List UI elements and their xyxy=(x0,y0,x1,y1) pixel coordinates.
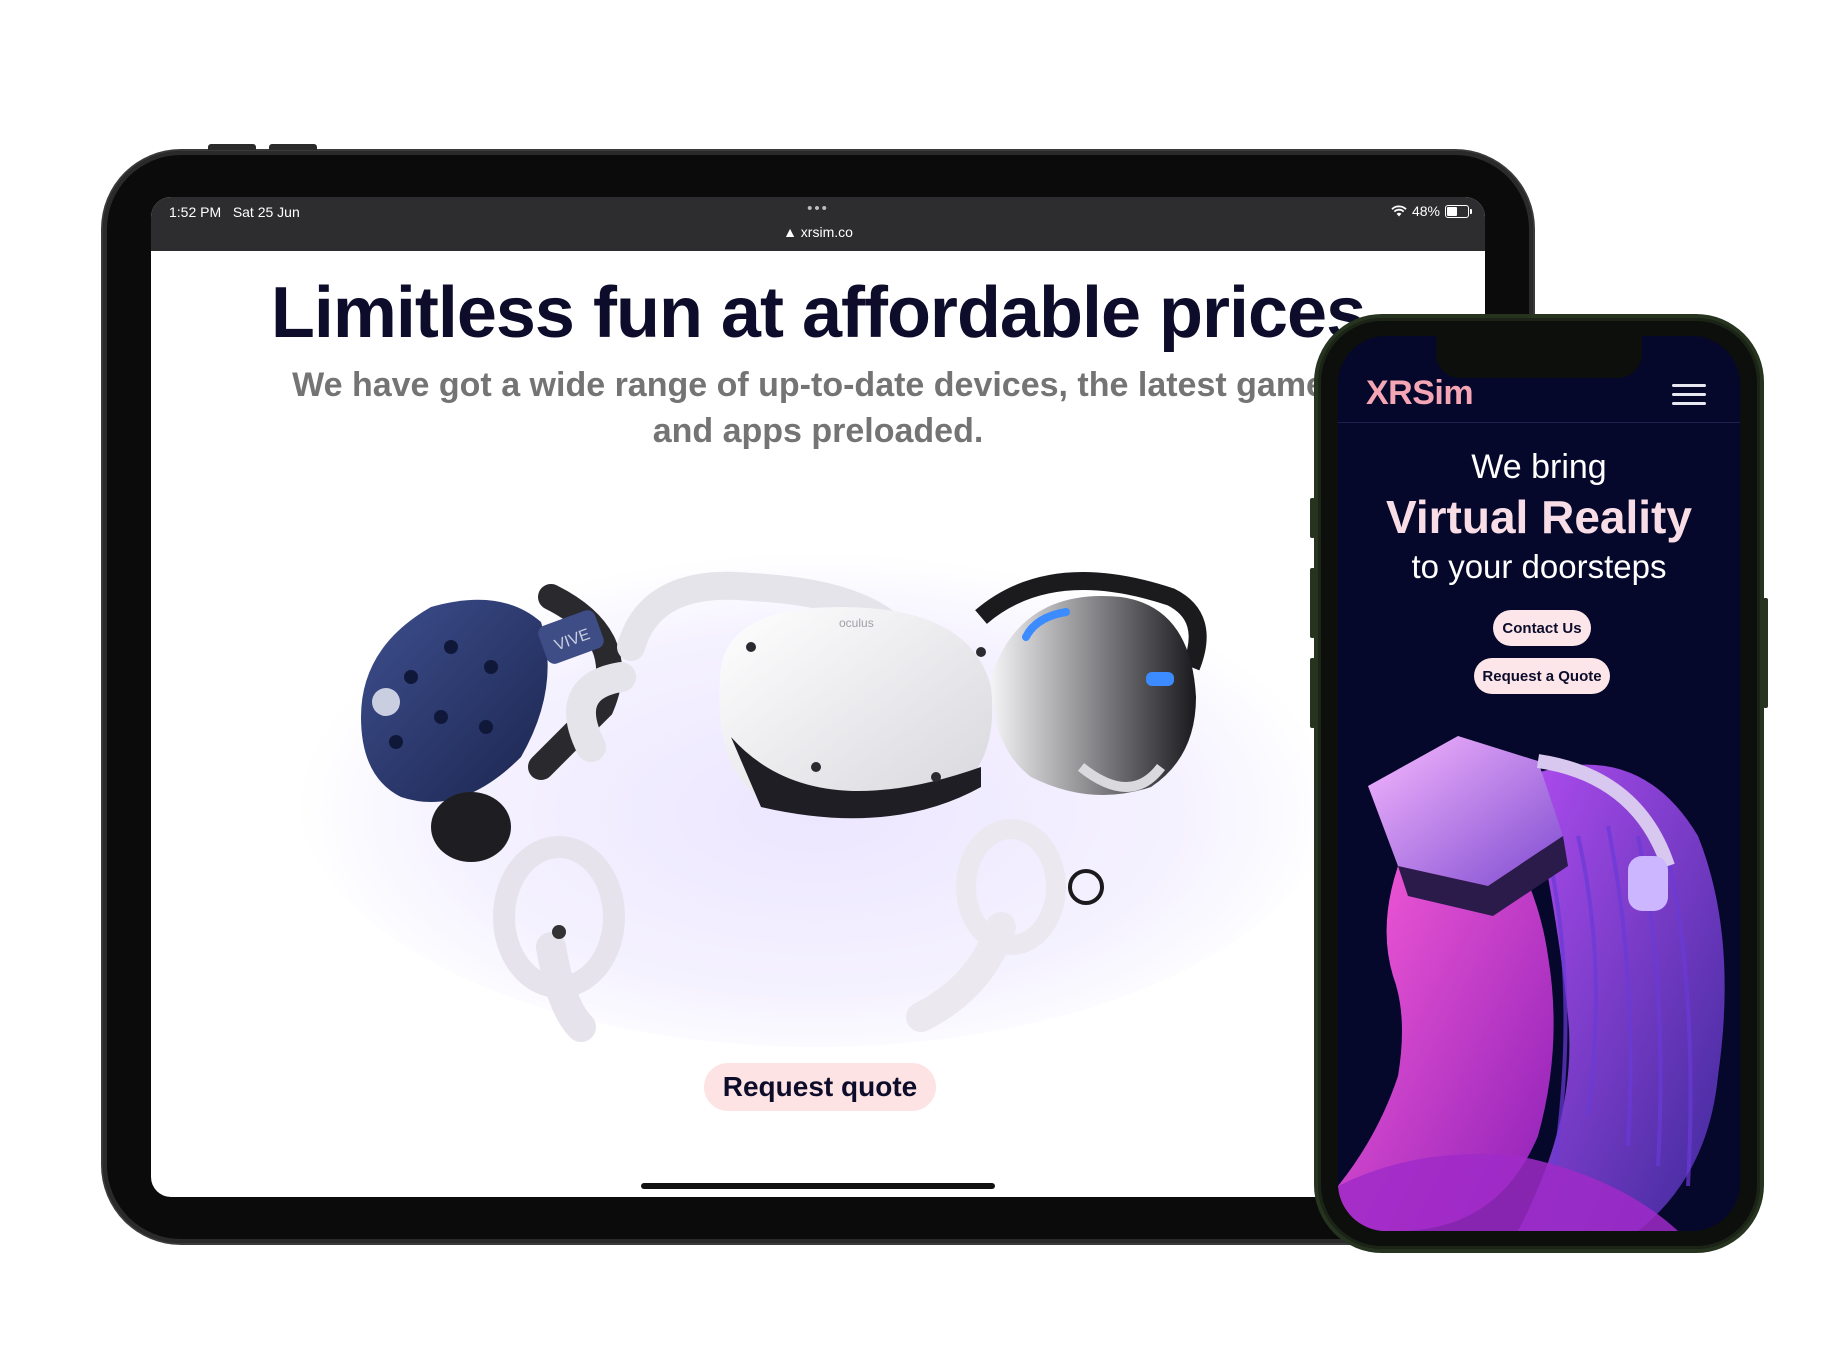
request-quote-button[interactable]: Request quote xyxy=(704,1063,936,1111)
hero-title: Limitless fun at affordable prices xyxy=(270,273,1366,353)
address-bar-url[interactable]: ▲ xrsim.co xyxy=(151,224,1485,240)
header-divider xyxy=(1338,422,1740,423)
vr-person-image xyxy=(1338,736,1725,1231)
phone-frame: XRSim We bring Virtual Reality to your d… xyxy=(1310,318,1768,1249)
hero-subtitle: We have got a wide range of up-to-date d… xyxy=(292,366,1344,450)
more-dots-icon[interactable]: ••• xyxy=(151,200,1485,217)
vr-devices-image: VIVE oculus xyxy=(296,527,1336,1047)
tablet-top-button xyxy=(269,144,317,150)
phone-power-button xyxy=(1763,598,1768,708)
hamburger-menu-icon[interactable] xyxy=(1672,384,1706,406)
tablet-screen: 1:52 PM Sat 25 Jun ••• ▲ xrsim.co 48% Li… xyxy=(151,197,1485,1197)
xrsim-logo[interactable]: XRSim xyxy=(1366,374,1474,413)
hero-line-1: We bring xyxy=(1471,448,1607,486)
hero-line-2: Virtual Reality xyxy=(1386,491,1692,543)
browser-status-bar: 1:52 PM Sat 25 Jun ••• ▲ xrsim.co 48% xyxy=(151,197,1485,251)
battery-icon xyxy=(1445,204,1472,218)
tablet-top-button xyxy=(208,144,256,150)
wifi-icon xyxy=(1391,205,1407,217)
phone-notch xyxy=(1436,336,1642,378)
phone-side-button xyxy=(1310,658,1315,728)
hero-line-3: to your doorsteps xyxy=(1411,548,1667,585)
phone-screen: XRSim We bring Virtual Reality to your d… xyxy=(1338,336,1740,1231)
contact-us-button[interactable]: Contact Us xyxy=(1493,610,1591,646)
phone-side-button xyxy=(1310,498,1315,538)
home-indicator xyxy=(641,1183,995,1189)
oculus-label: oculus xyxy=(839,616,874,630)
status-right: 48% xyxy=(1391,203,1472,219)
request-a-quote-button[interactable]: Request a Quote xyxy=(1474,658,1610,694)
phone-side-button xyxy=(1310,568,1315,638)
battery-percent: 48% xyxy=(1411,203,1440,219)
